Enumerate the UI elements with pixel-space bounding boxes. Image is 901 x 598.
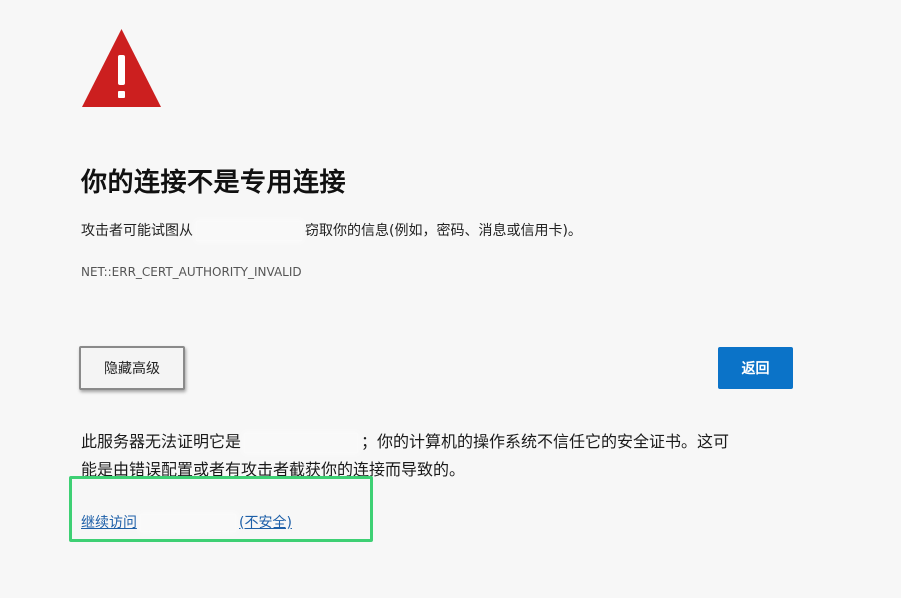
- intro-prefix: 攻击者可能试图从: [81, 223, 193, 239]
- intro-suffix: 窃取你的信息(例如，密码、消息或信用卡)。: [305, 223, 582, 239]
- proceed-link-prefix: 继续访问: [81, 515, 137, 531]
- details-line-1: 此服务器无法证明它是 ；你的计算机的操作系统不信任它的安全证书。这可: [81, 428, 811, 456]
- proceed-unsafe-link[interactable]: 继续访问 (不安全): [81, 512, 292, 532]
- redacted-hostname: [141, 515, 235, 531]
- warning-triangle-icon: [82, 29, 161, 107]
- back-button[interactable]: 返回: [718, 347, 793, 389]
- highlight-annotation-box: [69, 476, 373, 542]
- proceed-link-suffix: (不安全): [239, 515, 292, 531]
- details-line-1-suffix: ；你的计算机的操作系统不信任它的安全证书。这可: [361, 432, 730, 451]
- intro-message: 攻击者可能试图从 窃取你的信息(例如，密码、消息或信用卡)。: [81, 220, 582, 240]
- redacted-hostname: [197, 222, 301, 240]
- hide-advanced-button[interactable]: 隐藏高级: [79, 346, 185, 390]
- error-code: NET::ERR_CERT_AUTHORITY_INVALID: [81, 265, 302, 279]
- details-line-1-prefix: 此服务器无法证明它是: [81, 432, 242, 451]
- redacted-hostname: [245, 433, 358, 452]
- page-title: 你的连接不是专用连接: [81, 168, 347, 198]
